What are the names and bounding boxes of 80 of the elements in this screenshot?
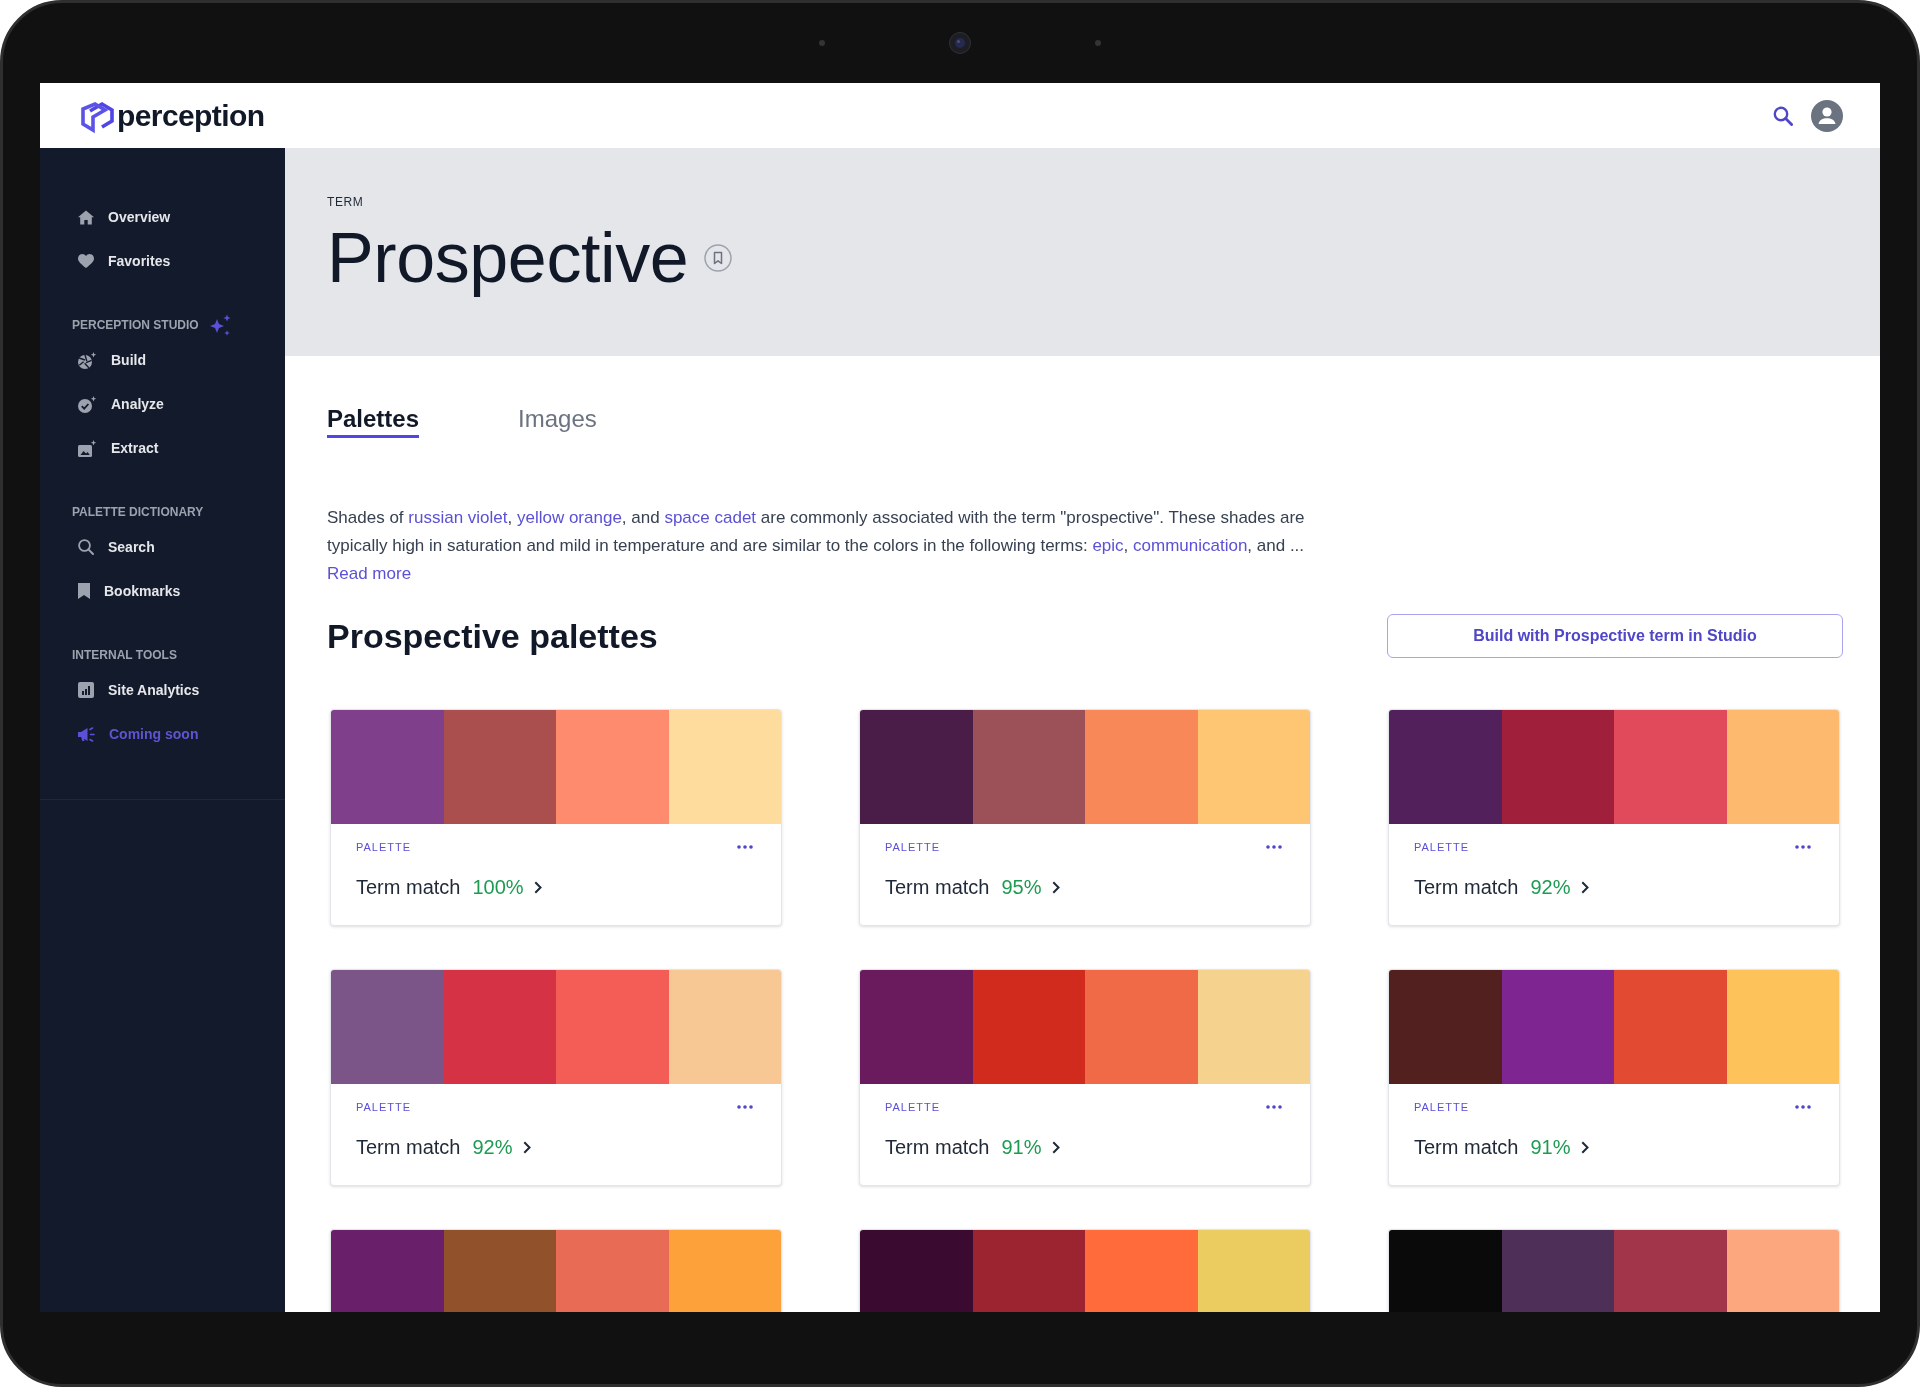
palette-card[interactable]: PALETTE Term match 92%: [1388, 709, 1840, 926]
more-icon[interactable]: [1795, 1105, 1811, 1109]
tab[interactable]: Images: [518, 405, 597, 438]
sidebar-item[interactable]: Build: [40, 338, 285, 382]
palette-card[interactable]: PALETTE Term match 92%: [330, 969, 782, 1186]
match-label: Term match: [356, 1135, 461, 1159]
chevron-right-icon[interactable]: [1051, 1140, 1060, 1154]
sidebar-item[interactable]: Favorites: [40, 239, 285, 283]
text-link[interactable]: communication: [1133, 536, 1248, 555]
sensor-icon: [819, 40, 825, 46]
camera-icon: [949, 32, 971, 54]
avatar-icon[interactable]: [1811, 99, 1843, 132]
card-label: PALETTE: [1414, 1100, 1470, 1114]
bar-chart-icon: [78, 682, 94, 698]
home-icon: [78, 209, 94, 225]
palette-card[interactable]: PALETTE Term match 91%: [859, 969, 1311, 1186]
card-label: PALETTE: [356, 840, 412, 854]
palette-card[interactable]: [1388, 1229, 1840, 1312]
image-icon: [78, 439, 97, 457]
card-label: PALETTE: [885, 840, 941, 854]
match-label: Term match: [1414, 875, 1519, 899]
chevron-right-icon[interactable]: [1051, 880, 1060, 894]
heart-icon: [78, 254, 94, 268]
match-label: Term match: [356, 875, 461, 899]
match-score: 91%: [1530, 1135, 1571, 1159]
section-title: Prospective palettes: [327, 616, 658, 657]
term-title: Prospective: [327, 220, 689, 296]
more-icon[interactable]: [737, 1105, 753, 1109]
search-icon: [78, 539, 94, 555]
sidebar-item[interactable]: Search: [40, 525, 285, 569]
megaphone-icon: [78, 726, 95, 742]
match-label: Term match: [1414, 1135, 1519, 1159]
check-circle-icon: [78, 395, 97, 413]
bookmark-icon[interactable]: [704, 244, 733, 272]
eyebrow-label: TERM: [327, 194, 365, 210]
more-icon[interactable]: [737, 845, 753, 849]
more-icon[interactable]: [1795, 845, 1811, 849]
text-link[interactable]: russian violet: [408, 508, 508, 527]
sidebar-item[interactable]: Extract: [40, 426, 285, 470]
read-more-link[interactable]: Read more: [327, 564, 412, 583]
palette-card[interactable]: PALETTE Term match 100%: [330, 709, 782, 926]
chevron-right-icon[interactable]: [1580, 880, 1589, 894]
sensor-icon: [1095, 40, 1101, 46]
palette-card[interactable]: PALETTE Term match 95%: [859, 709, 1311, 926]
match-score: 92%: [472, 1135, 513, 1159]
tab[interactable]: Palettes: [327, 405, 420, 438]
sidebar-heading: INTERNAL TOOLS: [72, 647, 177, 663]
palette-card[interactable]: PALETTE Term match 91%: [1388, 969, 1840, 1186]
logo-text: perception: [117, 97, 265, 134]
text-link[interactable]: yellow orange: [516, 508, 622, 527]
match-score: 100%: [472, 875, 524, 899]
text-link[interactable]: space cadet: [664, 508, 757, 527]
description-text: Shades of russian violet, yellow orange, and space cadet are commonly associated with the term "prospective". These shades are typically high in saturation and mild in temperature and are similar to the colors in the following terms: epic, communication, and ...: [327, 507, 1306, 557]
card-label: PALETTE: [1414, 840, 1470, 854]
card-label: PALETTE: [885, 1100, 941, 1114]
search-icon[interactable]: [1773, 105, 1793, 126]
match-label: Term match: [885, 875, 990, 899]
sidebar-item[interactable]: Site Analytics: [40, 668, 285, 712]
match-score: 91%: [1001, 1135, 1042, 1159]
palette-card[interactable]: [330, 1229, 782, 1312]
sidebar-item[interactable]: Analyze: [40, 382, 285, 426]
sidebar-item[interactable]: Bookmarks: [40, 569, 285, 613]
card-label: PALETTE: [356, 1100, 412, 1114]
text-link[interactable]: epic: [1092, 536, 1124, 555]
chevron-right-icon[interactable]: [522, 1140, 531, 1154]
match-label: Term match: [885, 1135, 990, 1159]
build-in-studio-button[interactable]: Build with Prospective term in Studio: [1387, 614, 1843, 658]
bookmark-icon: [78, 583, 90, 599]
sidebar-heading: PERCEPTION STUDIO: [72, 317, 199, 333]
aperture-icon: [78, 351, 97, 369]
chevron-right-icon[interactable]: [533, 880, 542, 894]
palette-card[interactable]: [859, 1229, 1311, 1312]
sidebar-item[interactable]: Overview: [40, 195, 285, 239]
sparkle-icon: [208, 314, 231, 336]
chevron-right-icon[interactable]: [1580, 1140, 1589, 1154]
match-score: 92%: [1530, 875, 1571, 899]
sidebar-heading: PALETTE DICTIONARY: [72, 504, 204, 520]
match-score: 95%: [1001, 875, 1042, 899]
more-icon[interactable]: [1266, 845, 1282, 849]
more-icon[interactable]: [1266, 1105, 1282, 1109]
